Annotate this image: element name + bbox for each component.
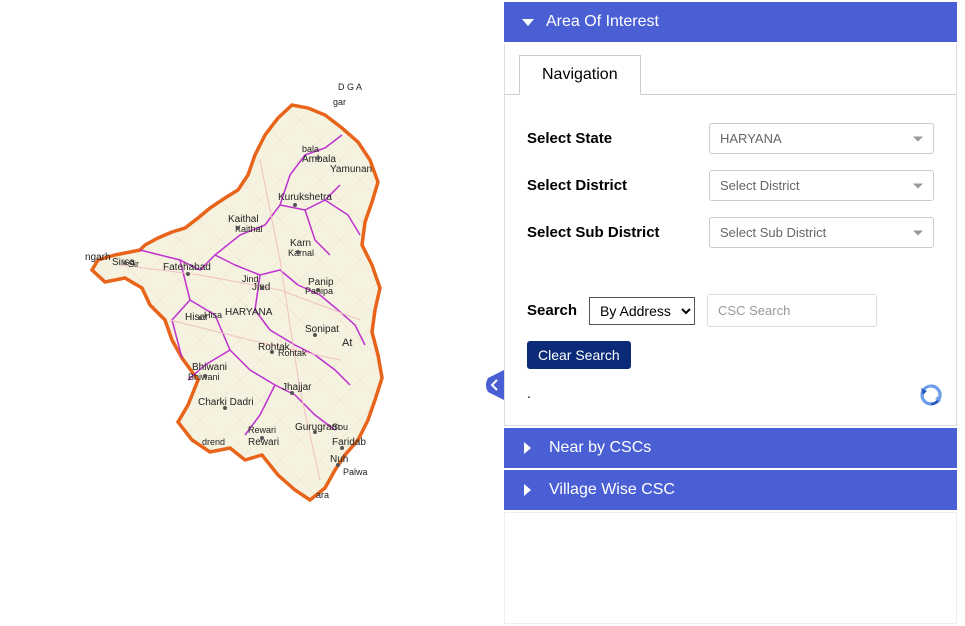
- svg-text:ara: ara: [316, 490, 329, 500]
- svg-text:Jind: Jind: [242, 274, 259, 284]
- svg-text:drend: drend: [202, 437, 225, 447]
- tab-label: Navigation: [542, 66, 618, 83]
- accordion-village-wise-csc[interactable]: Village Wise CSC: [504, 470, 957, 510]
- svg-text:D G A: D G A: [338, 82, 362, 92]
- svg-text:Rewari: Rewari: [248, 425, 276, 435]
- chevron-down-icon: [913, 183, 923, 188]
- haryana-map[interactable]: ngarh Sirsa Sir Fatehabad Kaithal Kaitha…: [80, 60, 440, 520]
- svg-text:ngarh: ngarh: [85, 252, 111, 263]
- csc-search-input[interactable]: [707, 294, 877, 327]
- svg-text:Palwa: Palwa: [343, 467, 368, 477]
- chevron-right-icon: [524, 442, 537, 454]
- svg-text:Hisa: Hisa: [204, 310, 222, 320]
- svg-text:Sou: Sou: [332, 422, 348, 432]
- svg-text:At: At: [342, 337, 352, 349]
- svg-text:HARYANA: HARYANA: [225, 307, 273, 318]
- svg-text:Faridab: Faridab: [332, 437, 366, 448]
- state-value: HARYANA: [720, 131, 782, 146]
- chevron-down-icon: [913, 136, 923, 141]
- state-dropdown[interactable]: HARYANA: [709, 123, 934, 154]
- accordion-title: Near by CSCs: [549, 439, 651, 457]
- chevron-right-icon: [524, 484, 537, 496]
- district-value: Select District: [720, 178, 799, 193]
- svg-text:Kurukshetra: Kurukshetra: [278, 192, 332, 203]
- accordion-area-of-interest[interactable]: Area Of Interest: [504, 2, 957, 42]
- map-panel[interactable]: ngarh Sirsa Sir Fatehabad Kaithal Kaitha…: [0, 0, 504, 626]
- panel-collapse-handle[interactable]: [484, 370, 504, 400]
- empty-panel: [504, 512, 957, 624]
- district-dropdown[interactable]: Select District: [709, 170, 934, 201]
- svg-text:Jhajjar: Jhajjar: [282, 382, 312, 393]
- clear-search-button[interactable]: Clear Search: [527, 341, 631, 369]
- accordion-near-by-cscs[interactable]: Near by CSCs: [504, 428, 957, 468]
- tab-navigation[interactable]: Navigation: [519, 55, 641, 95]
- search-label: Search: [527, 302, 577, 319]
- clear-label: Clear Search: [538, 347, 620, 363]
- svg-text:Karnal: Karnal: [288, 248, 314, 258]
- svg-text:Fatehabad: Fatehabad: [163, 262, 211, 273]
- state-label: Select State: [527, 130, 709, 147]
- svg-text:Rohtak: Rohtak: [278, 348, 307, 358]
- subdistrict-label: Select Sub District: [527, 224, 709, 241]
- subdistrict-dropdown[interactable]: Select Sub District: [709, 217, 934, 248]
- district-label: Select District: [527, 177, 709, 194]
- subdistrict-value: Select Sub District: [720, 225, 826, 240]
- area-of-interest-body: Navigation Select State HARYANA Select D…: [504, 44, 957, 426]
- chevron-down-icon: [913, 230, 923, 235]
- svg-text:Nuh: Nuh: [330, 454, 348, 465]
- svg-text:Sir: Sir: [128, 259, 139, 269]
- right-panel: Area Of Interest Navigation Select State…: [504, 0, 965, 626]
- svg-text:gar: gar: [333, 97, 346, 107]
- accordion-title: Village Wise CSC: [549, 481, 675, 499]
- search-mode-select[interactable]: By Address: [589, 297, 695, 325]
- status-dot: .: [505, 385, 956, 425]
- svg-text:bala: bala: [302, 144, 319, 154]
- svg-text:Yamunan: Yamunan: [330, 164, 372, 175]
- svg-text:Sonipat: Sonipat: [305, 324, 339, 335]
- refresh-icon[interactable]: [918, 382, 944, 413]
- accordion-title: Area Of Interest: [546, 13, 659, 31]
- tab-row: Navigation: [505, 44, 956, 95]
- chevron-down-icon: [522, 19, 534, 26]
